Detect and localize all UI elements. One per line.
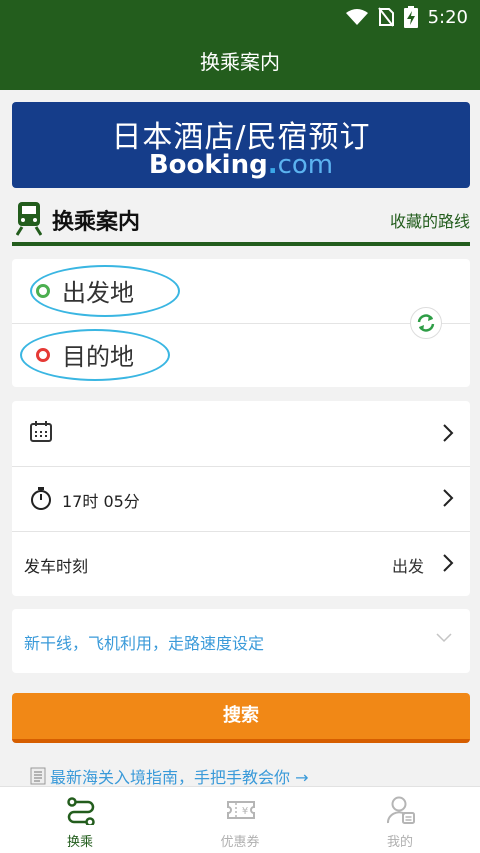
swap-refresh-icon — [417, 314, 435, 332]
nav-transit[interactable]: 换乘 — [0, 787, 160, 853]
booking-ad-banner[interactable]: 日本酒店/民宿预订 Booking.com — [12, 102, 470, 188]
document-icon — [30, 767, 46, 785]
customs-guide-link[interactable]: 最新海关入境指南，手把手教会你 → — [30, 764, 309, 788]
train-icon — [16, 202, 42, 236]
bottom-navigation: 换乘 ¥ 优惠券 我的 — [0, 786, 480, 853]
booking-logo-text: Booking — [148, 150, 268, 180]
nav-profile-label: 我的 — [386, 835, 413, 850]
route-options-label: 新干线，飞机利用，走路速度设定 — [24, 634, 265, 653]
calendar-icon — [30, 421, 52, 442]
favorite-routes-link[interactable]: 收藏的路线 — [390, 208, 470, 232]
stopwatch-icon — [31, 487, 51, 510]
status-time: 5:20 — [427, 6, 468, 28]
departure-mode-label: 发车时刻 — [24, 557, 89, 576]
nav-coupons-label: 优惠券 — [220, 835, 260, 850]
station-input-card: 出发地 目的地 — [12, 259, 470, 387]
coupon-icon: ¥ — [227, 801, 255, 819]
time-value: 17时 05分 — [62, 492, 140, 511]
svg-text:¥: ¥ — [242, 806, 248, 817]
destination-field[interactable]: 目的地 — [12, 323, 470, 387]
date-setting-row[interactable] — [12, 401, 470, 466]
no-sim-icon — [377, 7, 394, 27]
chevron-right-icon — [443, 554, 454, 572]
nav-coupons[interactable]: ¥ 优惠券 — [160, 787, 320, 853]
destination-placeholder: 目的地 — [62, 343, 134, 371]
booking-logo: Booking.com — [12, 150, 470, 180]
status-bar: 5:20 — [0, 0, 480, 34]
destination-ring-icon — [36, 348, 50, 362]
search-button[interactable]: 搜索 — [12, 693, 470, 743]
departure-field[interactable]: 出发地 — [12, 259, 470, 323]
nav-transit-label: 换乘 — [66, 835, 93, 850]
transit-section-header: 换乘案内 收藏的路线 — [12, 198, 470, 246]
departure-ring-icon — [36, 284, 50, 298]
wifi-icon — [345, 9, 368, 25]
route-options-row[interactable]: 新干线，飞机利用，走路速度设定 — [12, 609, 470, 673]
search-settings-card: 17时 05分 发车时刻 出发 — [12, 401, 470, 596]
departure-mode-row[interactable]: 发车时刻 出发 — [12, 531, 470, 596]
time-setting-row[interactable]: 17时 05分 — [12, 466, 470, 531]
battery-charging-icon — [403, 6, 418, 28]
profile-icon — [387, 796, 415, 824]
customs-guide-text: 最新海关入境指南，手把手教会你 → — [50, 768, 309, 787]
booking-logo-dot: . — [267, 150, 278, 180]
swap-stations-button[interactable] — [410, 307, 442, 339]
chevron-right-icon — [443, 424, 454, 442]
nav-profile[interactable]: 我的 — [320, 787, 480, 853]
booking-logo-suffix: com — [277, 150, 334, 180]
departure-mode-value: 出发 — [391, 557, 424, 576]
app-bar-title: 换乘案内 — [0, 34, 480, 90]
route-icon — [67, 797, 95, 825]
section-title: 换乘案内 — [52, 210, 141, 235]
chevron-down-icon — [436, 633, 452, 643]
departure-placeholder: 出发地 — [62, 279, 134, 307]
chevron-right-icon — [443, 489, 454, 507]
